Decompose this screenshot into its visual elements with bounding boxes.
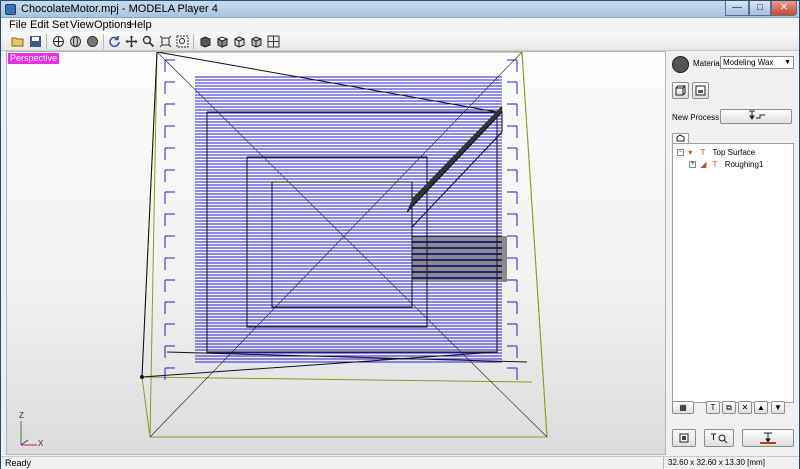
title-bar[interactable]: ChocolateMotor.mpj - MODELA Player 4 — □… — [1, 1, 799, 18]
axis-indicator: Z X — [17, 407, 47, 448]
surface-icon: ▾ — [688, 148, 693, 157]
toolbar — [1, 32, 799, 51]
save-icon[interactable] — [28, 34, 43, 49]
tree-item-label: Roughing1 — [724, 160, 764, 169]
menu-file[interactable]: File — [9, 19, 27, 31]
pan-icon[interactable] — [124, 34, 139, 49]
minimize-button[interactable]: — — [725, 1, 749, 16]
new-process-label: New Process — [672, 113, 720, 122]
zoom-window-icon[interactable] — [175, 34, 190, 49]
tool-icon: T — [712, 160, 718, 169]
open-file-icon[interactable] — [10, 34, 25, 49]
process-list-icon[interactable]: ▦ — [672, 401, 694, 414]
delete-icon[interactable]: ✕ — [738, 401, 752, 414]
material-select[interactable]: Modeling Wax ▼ — [720, 56, 794, 69]
tree-item-label: Top Surface — [712, 148, 756, 157]
maximize-button[interactable]: □ — [749, 1, 771, 16]
menu-bar: File Edit Set View Options Help — [1, 18, 799, 32]
tree-item-top-surface[interactable]: − ▾ T Top Surface — [677, 148, 755, 158]
view-globe-icon[interactable] — [68, 34, 83, 49]
stock-dimensions: 32.60 x 32.60 x 13.30 [mm] — [663, 457, 783, 469]
model-edge — [156, 52, 498, 113]
process-tree[interactable]: − ▾ T Top Surface + ◢ T Roughing1 — [672, 143, 794, 403]
view-grid-icon[interactable] — [266, 34, 281, 49]
view-mesh-icon[interactable] — [51, 34, 66, 49]
stock-setup-button[interactable] — [672, 82, 689, 99]
model-edge — [206, 111, 498, 353]
axis-z-label: Z — [19, 411, 24, 420]
material-icon[interactable] — [672, 56, 689, 73]
collapse-icon[interactable]: − — [677, 149, 684, 157]
window-title: ChocolateMotor.mpj - MODELA Player 4 — [21, 3, 218, 15]
fit-icon[interactable] — [158, 34, 173, 49]
cut-button[interactable] — [742, 429, 794, 447]
toolpath-scene — [140, 52, 548, 438]
tool-icon: T — [700, 148, 706, 157]
model-setup-button[interactable] — [692, 82, 709, 99]
menu-set[interactable]: Set — [52, 19, 69, 31]
move-down-icon[interactable]: ▼ — [771, 401, 785, 414]
tool-search-button[interactable] — [704, 429, 734, 447]
roughing-icon: ◢ — [700, 160, 707, 169]
sheet-icon — [679, 433, 689, 443]
view-right-icon[interactable] — [232, 34, 247, 49]
origin-point — [140, 375, 144, 379]
menu-edit[interactable]: Edit — [30, 19, 49, 31]
close-button[interactable]: ✕ — [771, 1, 797, 16]
tool-path-icon — [749, 110, 765, 120]
stock-outline — [141, 376, 533, 383]
app-icon — [5, 4, 16, 15]
view-top-icon[interactable] — [215, 34, 230, 49]
sheet-button[interactable] — [672, 429, 696, 447]
toolbar-separator — [193, 34, 194, 49]
process-panel: Material Modeling Wax ▼ New Process − ▾ … — [668, 51, 799, 455]
move-up-icon[interactable]: ▲ — [754, 401, 768, 414]
material-label: Material — [693, 59, 722, 68]
status-bar: Ready 32.60 x 32.60 x 13.30 [mm] — [1, 456, 799, 469]
material-value: Modeling Wax — [723, 58, 774, 67]
zoom-icon[interactable] — [141, 34, 156, 49]
tree-item-roughing[interactable]: + ◢ T Roughing1 — [689, 160, 763, 170]
menu-help[interactable]: Help — [129, 19, 152, 31]
cut-icon — [760, 432, 776, 444]
process-tabs — [672, 133, 794, 144]
chevron-down-icon: ▼ — [784, 59, 791, 66]
toolbar-separator — [46, 34, 47, 49]
view-iso-icon[interactable] — [249, 34, 264, 49]
menu-view[interactable]: View — [70, 19, 94, 31]
new-process-button[interactable] — [720, 109, 792, 124]
model-edge — [141, 52, 158, 378]
expand-icon[interactable]: + — [689, 161, 696, 169]
app-window: ChocolateMotor.mpj - MODELA Player 4 — □… — [0, 0, 800, 469]
toolbar-separator — [103, 34, 104, 49]
view-front-icon[interactable] — [198, 34, 213, 49]
copy-icon[interactable]: ⧉ — [722, 401, 736, 414]
rotate-icon[interactable] — [107, 34, 122, 49]
axis-x-label: X — [38, 439, 44, 448]
status-text: Ready — [5, 458, 32, 468]
model-icon — [695, 85, 706, 96]
stock-outline — [521, 52, 548, 438]
3d-viewport[interactable]: Perspective Z X — [6, 51, 666, 455]
stock-outline — [141, 376, 151, 438]
stock-icon — [675, 85, 686, 96]
tool-icon[interactable]: T — [706, 401, 720, 414]
tool-search-icon — [711, 433, 728, 443]
menu-options[interactable]: Options — [94, 19, 132, 31]
view-solid-icon[interactable] — [85, 34, 100, 49]
